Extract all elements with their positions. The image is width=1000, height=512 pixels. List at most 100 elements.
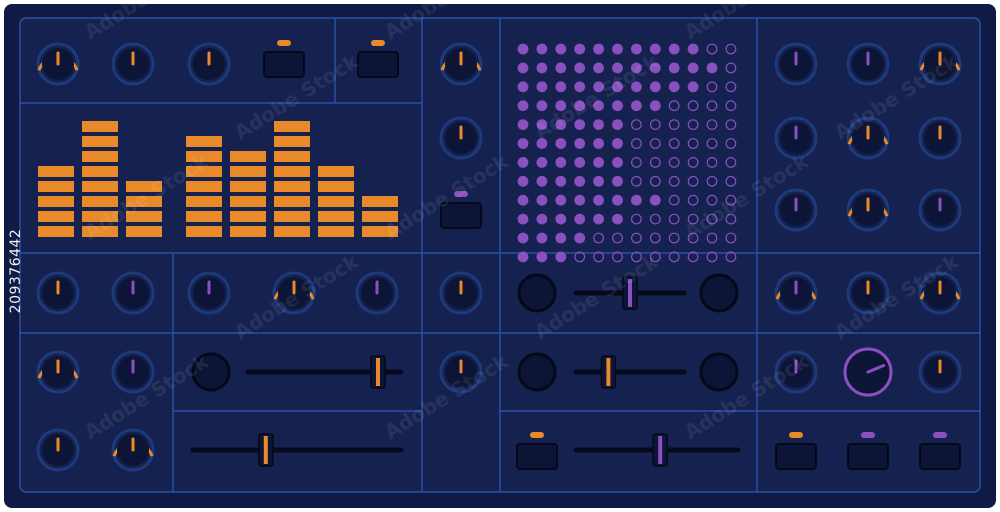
button-led (277, 40, 291, 46)
matrix-led-on (687, 62, 699, 74)
rotary-knob[interactable] (439, 116, 483, 160)
matrix-led-on (612, 157, 623, 168)
pad-body (699, 352, 739, 392)
rotary-knob[interactable] (36, 428, 80, 472)
rotary-knob[interactable] (36, 42, 80, 86)
matrix-led-on (574, 43, 586, 55)
rotary-knob[interactable] (846, 188, 890, 232)
matrix-led-on (649, 194, 661, 206)
button-body (775, 443, 817, 470)
matrix-led-on (593, 194, 604, 206)
control-surface: Adobe Stock Adobe Stock Adobe StockAdobe S… (4, 0, 996, 508)
rotary-knob[interactable] (774, 271, 818, 315)
matrix-led-on (706, 62, 718, 74)
eq-segment (82, 121, 118, 132)
rotary-knob[interactable] (918, 116, 962, 160)
eq-segment (82, 151, 118, 162)
matrix-led-on (668, 62, 680, 74)
matrix-led-on (555, 157, 567, 168)
rotary-knob[interactable] (111, 428, 155, 472)
round-pad[interactable] (699, 352, 739, 392)
pad-body (517, 352, 557, 392)
eq-segment (274, 181, 310, 192)
eq-segment (318, 211, 354, 222)
matrix-led-on (536, 43, 548, 55)
matrix-led-on (574, 62, 586, 74)
rotary-knob[interactable] (36, 350, 80, 394)
eq-segment (230, 181, 266, 192)
slider-handle-stripe (606, 358, 611, 386)
button-body (516, 443, 558, 470)
matrix-led-on (649, 100, 661, 112)
rotary-knob[interactable] (918, 188, 962, 232)
rotary-knob[interactable] (187, 271, 231, 315)
button-body (919, 443, 961, 470)
eq-segment (274, 166, 310, 177)
eq-segment (318, 196, 354, 207)
rotary-knob[interactable] (355, 271, 399, 315)
round-pad[interactable] (517, 352, 557, 392)
eq-segment (186, 196, 222, 207)
matrix-led-on (574, 157, 586, 168)
matrix-led-on (574, 213, 586, 225)
eq-segment (274, 121, 310, 132)
eq-segment (230, 151, 266, 162)
matrix-led-on (612, 213, 623, 225)
eq-bar (186, 136, 222, 237)
round-pad[interactable] (517, 273, 557, 313)
button-led (371, 40, 385, 46)
round-pad[interactable] (699, 273, 739, 313)
eq-segment (38, 211, 74, 222)
matrix-led-on (593, 119, 604, 130)
eq-segment (362, 196, 398, 207)
matrix-led-on (631, 100, 642, 112)
eq-bar (38, 166, 74, 237)
matrix-led-on (649, 81, 661, 93)
eq-segment (230, 226, 266, 237)
matrix-led-on (517, 157, 529, 168)
eq-segment (38, 166, 74, 177)
matrix-led-on (536, 232, 548, 244)
eq-segment (230, 211, 266, 222)
matrix-led-on (574, 232, 586, 244)
button-body (263, 51, 305, 78)
eq-segment (186, 211, 222, 222)
button-body (847, 443, 889, 470)
rotary-knob[interactable] (111, 42, 155, 86)
matrix-led-on (517, 232, 529, 244)
rotary-knob[interactable] (439, 42, 483, 86)
matrix-led-on (612, 175, 623, 187)
rotary-knob[interactable] (918, 350, 962, 394)
eq-segment (38, 226, 74, 237)
eq-segment (186, 226, 222, 237)
matrix-led-on (517, 43, 529, 55)
eq-segment (38, 196, 74, 207)
matrix-led-on (555, 232, 567, 244)
matrix-led-on (612, 100, 623, 112)
pad-body (517, 273, 557, 313)
matrix-led-on (612, 138, 623, 149)
large-rotary-knob[interactable] (843, 347, 893, 397)
slider-handle-stripe (263, 436, 268, 464)
matrix-led-on (574, 175, 586, 187)
rotary-knob[interactable] (187, 42, 231, 86)
synth-panel: Adobe Stock Adobe Stock Adobe Stock Adobe S… (0, 0, 1000, 512)
rotary-knob[interactable] (439, 271, 483, 315)
matrix-led-on (555, 81, 567, 93)
matrix-led-on (668, 43, 680, 55)
matrix-led-on (517, 194, 529, 206)
eq-segment (318, 226, 354, 237)
rotary-knob[interactable] (774, 42, 818, 86)
rotary-knob[interactable] (36, 271, 80, 315)
rotary-knob[interactable] (846, 42, 890, 86)
matrix-led-on (536, 213, 548, 225)
eq-segment (230, 166, 266, 177)
eq-segment (318, 181, 354, 192)
eq-segment (186, 181, 222, 192)
eq-segment (230, 196, 266, 207)
rotary-knob[interactable] (111, 271, 155, 315)
matrix-led-on (517, 213, 529, 225)
eq-segment (82, 136, 118, 147)
rotary-knob[interactable] (774, 188, 818, 232)
pad-body (699, 273, 739, 313)
